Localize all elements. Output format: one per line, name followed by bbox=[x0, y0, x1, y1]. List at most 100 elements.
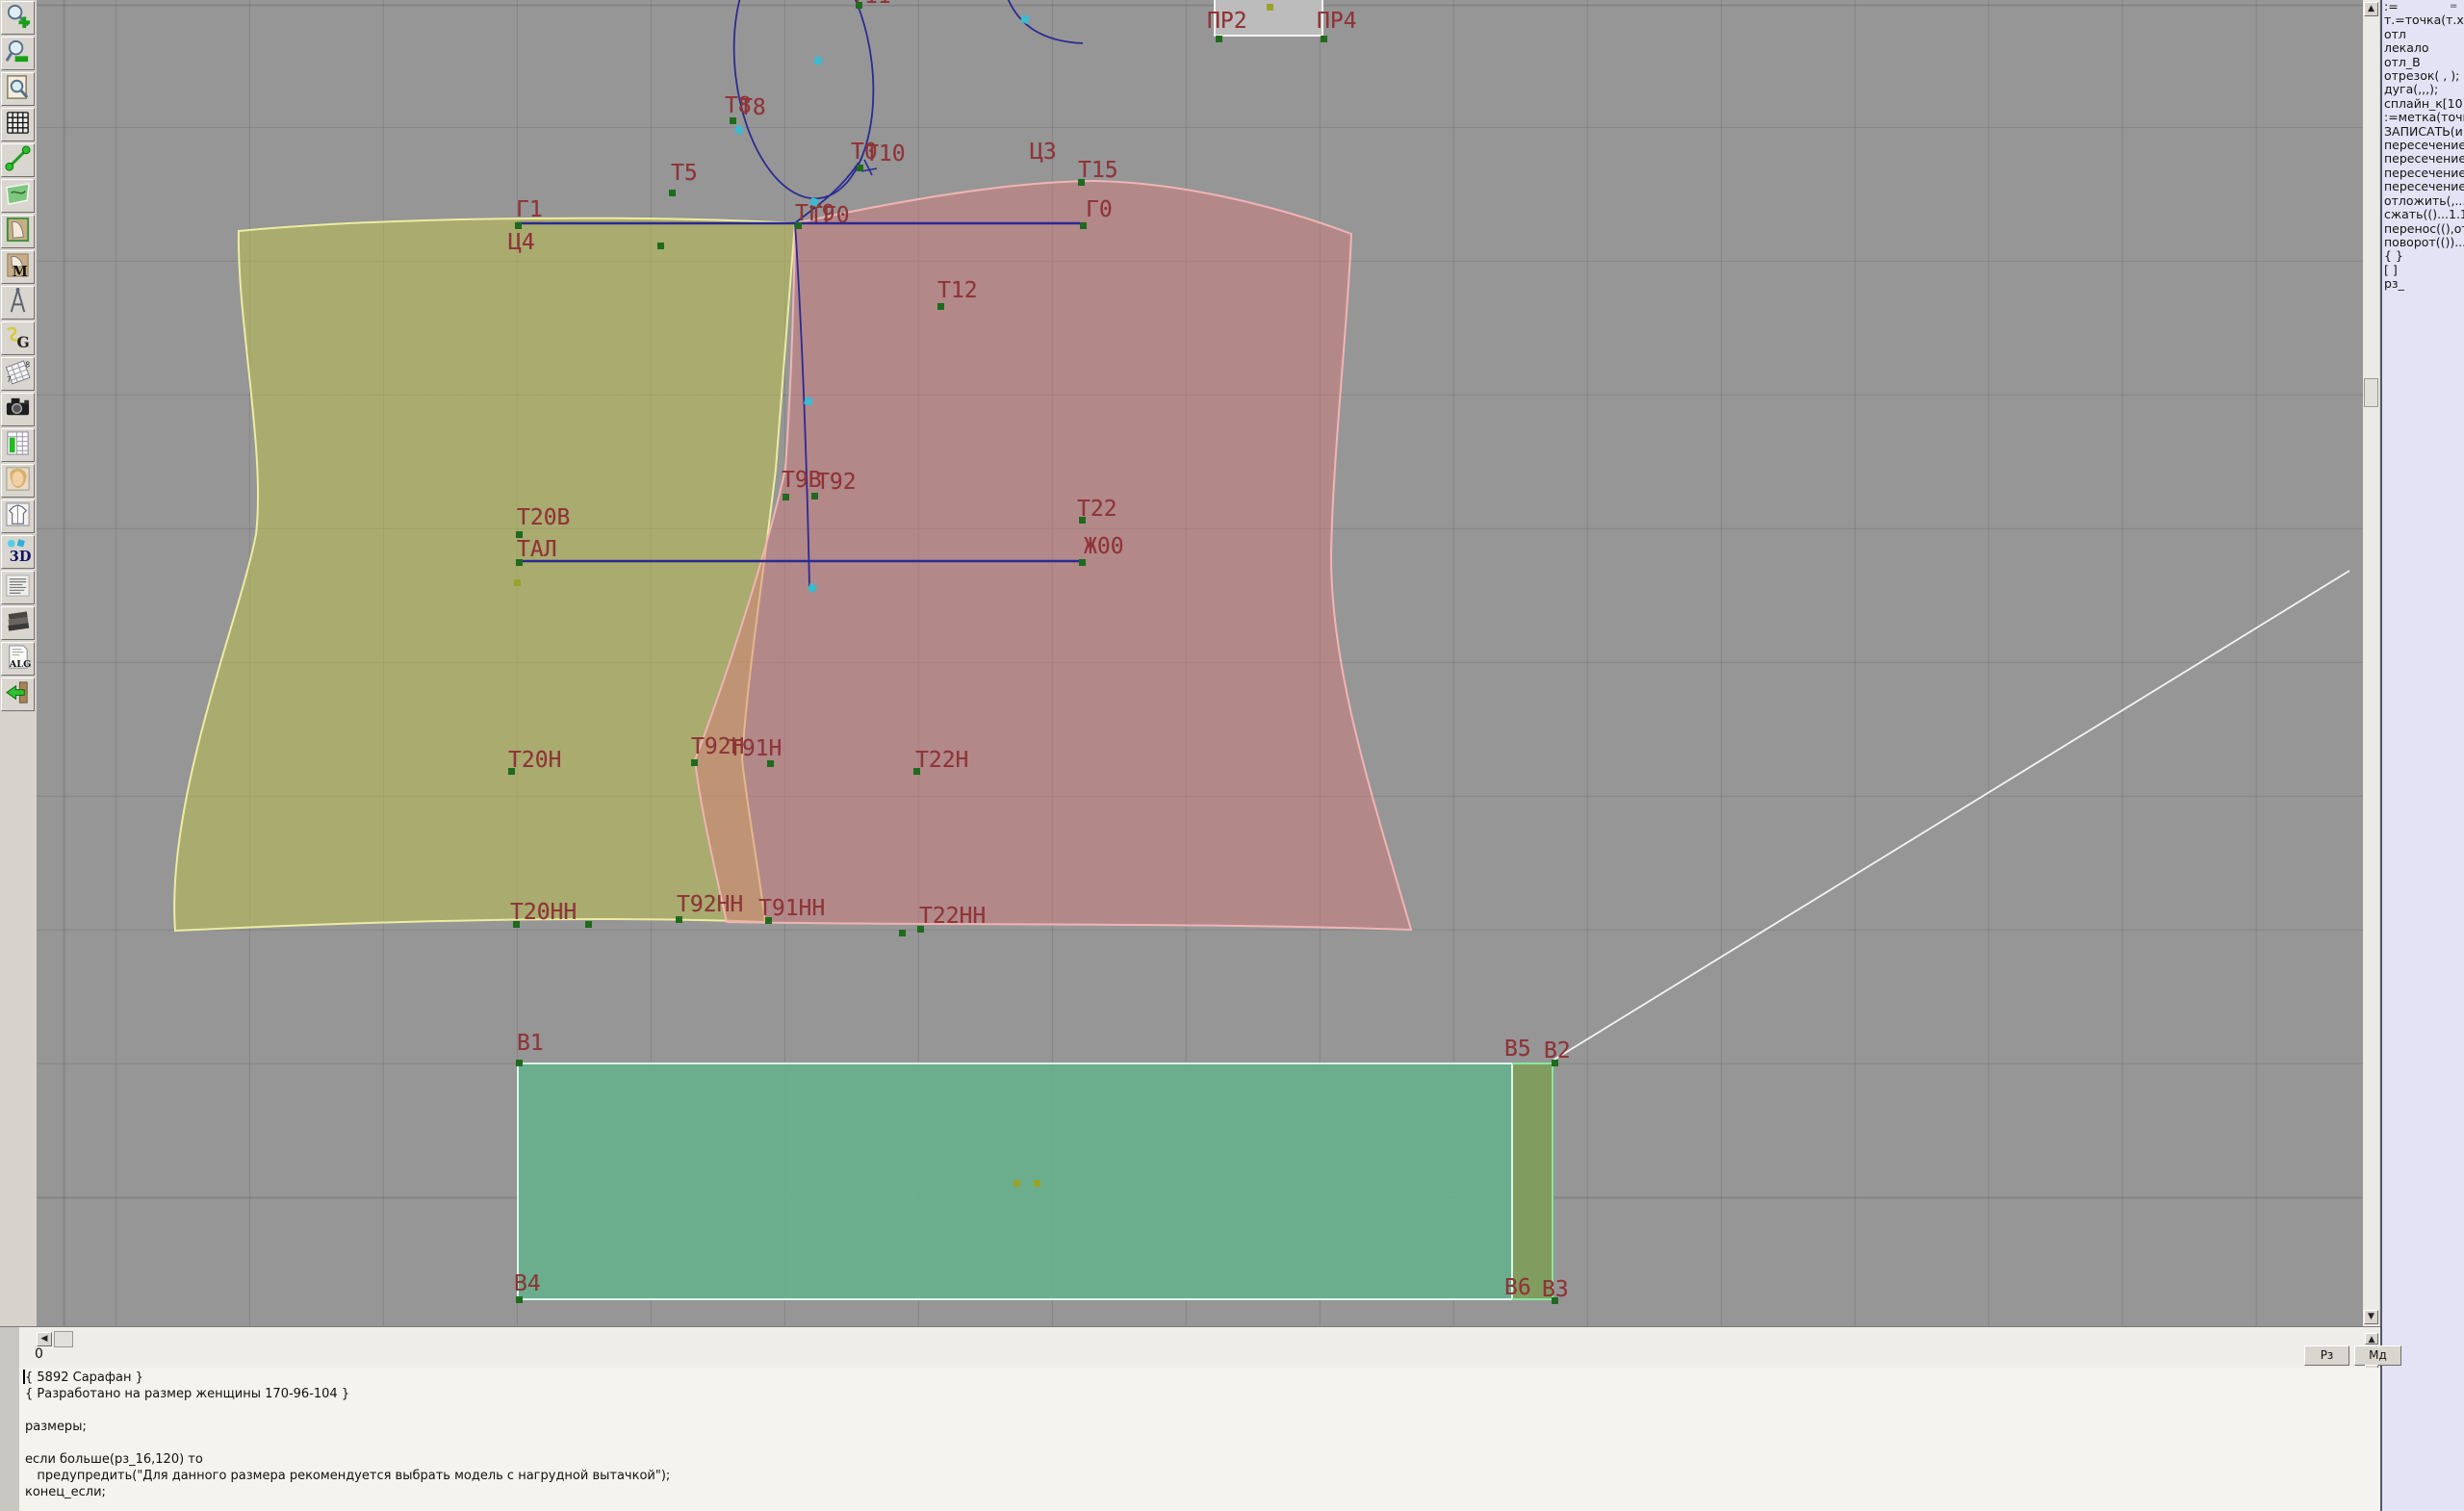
svg-text:G: G bbox=[17, 333, 30, 350]
point-marker bbox=[857, 165, 863, 171]
panel-command-item[interactable]: пересечение bbox=[2382, 139, 2464, 152]
zoom-out-icon bbox=[4, 38, 32, 69]
zoom-preview-button[interactable] bbox=[1, 72, 35, 106]
panel-command-item[interactable]: отрезок( , ); bbox=[2382, 69, 2464, 83]
map-sheet-button[interactable] bbox=[1, 179, 35, 213]
code-line: конец_если; bbox=[25, 1484, 106, 1500]
pattern-piece-button[interactable] bbox=[1, 215, 35, 248]
belt-overlap-strip bbox=[1512, 1063, 1553, 1299]
scroll-up-button[interactable]: ▲ bbox=[2364, 2, 2378, 16]
panel-command-item[interactable]: сплайн_к[10] bbox=[2382, 97, 2464, 111]
view-3d-button[interactable]: 3D bbox=[1, 535, 35, 569]
hscroll-thumb[interactable] bbox=[54, 1331, 73, 1347]
panel-command-item[interactable]: ЗАПИСАТЬ(и bbox=[2382, 125, 2464, 139]
panel-command-item[interactable]: перенос((),от bbox=[2382, 222, 2464, 236]
point-marker bbox=[795, 222, 802, 229]
panel-command-item[interactable]: пересечение bbox=[2382, 152, 2464, 166]
bottom-left-margin bbox=[0, 1327, 19, 1511]
md-button[interactable]: Мд bbox=[2354, 1345, 2401, 1366]
panel-command-item[interactable]: отл bbox=[2382, 28, 2464, 41]
panel-command-item[interactable]: отл_В bbox=[2382, 56, 2464, 69]
command-panel: = :=т.=точка(т.х,;отллекалоотл_Вотрезок(… bbox=[2380, 0, 2464, 1511]
grid-icon bbox=[4, 109, 32, 141]
point-marker bbox=[676, 916, 682, 923]
spreadsheet-button[interactable] bbox=[1, 428, 35, 462]
panel-command-item[interactable]: [ ] bbox=[2382, 264, 2464, 277]
zoom-in-icon bbox=[4, 2, 32, 34]
portrait-button[interactable] bbox=[1, 464, 35, 498]
mini-scroll-up-button[interactable]: ▲ bbox=[2365, 1333, 2378, 1345]
table-tilted-button[interactable]: 78 bbox=[1, 357, 35, 391]
pattern-piece-icon bbox=[4, 216, 32, 247]
panel-command-item[interactable]: дуга(,,,); bbox=[2382, 83, 2464, 96]
canvas-vertical-scrollbar[interactable]: ▲ ▼ bbox=[2363, 0, 2379, 1326]
cad-label: Ж00 bbox=[1084, 535, 1124, 558]
panel-command-item[interactable]: { } bbox=[2382, 249, 2464, 263]
scroll-left-button[interactable]: ◀ bbox=[37, 1332, 52, 1346]
cad-label: Т20В bbox=[517, 506, 570, 529]
camera-button[interactable] bbox=[1, 393, 35, 426]
point-marker bbox=[730, 117, 736, 124]
cad-label: Т10 bbox=[865, 142, 906, 166]
text-doc-button[interactable] bbox=[1, 571, 35, 604]
garment-button[interactable] bbox=[1, 499, 35, 533]
cad-label: Т5 bbox=[671, 162, 698, 185]
panel-command-item[interactable]: поворот(())..." bbox=[2382, 236, 2464, 249]
garment-icon bbox=[4, 500, 32, 532]
cad-label: ПР2 bbox=[1207, 10, 1247, 33]
svg-text:3D: 3D bbox=[10, 549, 32, 564]
view-3d-icon: 3D bbox=[4, 536, 32, 568]
cad-label: Т92 bbox=[816, 471, 857, 494]
code-line: { 5892 Сарафан } bbox=[25, 1370, 143, 1386]
compass-button[interactable] bbox=[1, 286, 35, 320]
grid-button[interactable] bbox=[1, 108, 35, 141]
point-marker bbox=[767, 760, 774, 767]
point-marker bbox=[508, 768, 515, 775]
zoom-out-button[interactable] bbox=[1, 37, 35, 70]
g-sketch-button[interactable]: G bbox=[1, 321, 35, 355]
cad-label: Ц4 bbox=[508, 231, 535, 254]
diagonal-guide-line bbox=[1553, 571, 2349, 1061]
pattern-piece-front[interactable] bbox=[695, 181, 1411, 930]
g-sketch-icon: G bbox=[4, 322, 32, 354]
point-marker bbox=[1552, 1060, 1558, 1066]
panel-grip-icon[interactable]: = bbox=[2450, 2, 2461, 12]
rz-button[interactable]: Рз bbox=[2304, 1345, 2349, 1366]
panel-command-item[interactable]: :=метка(точк bbox=[2382, 111, 2464, 124]
panel-command-item[interactable]: лекало bbox=[2382, 41, 2464, 55]
scroll-down-button[interactable]: ▼ bbox=[2364, 1310, 2378, 1324]
panel-command-item[interactable]: рз_ bbox=[2382, 277, 2464, 291]
panel-command-item[interactable]: отложить(,...); bbox=[2382, 194, 2464, 208]
alg-doc-button[interactable]: ALG bbox=[1, 642, 35, 676]
point-marker bbox=[783, 494, 789, 500]
svg-text:M: M bbox=[13, 264, 28, 279]
measure-line-button[interactable] bbox=[1, 143, 35, 177]
panel-command-item[interactable]: пересечение bbox=[2382, 180, 2464, 193]
code-line: размеры; bbox=[25, 1419, 87, 1435]
code-line: если больше(рз_16,120) то bbox=[25, 1451, 203, 1468]
code-editor[interactable]: { 5892 Сарафан }{ Разработано на размер … bbox=[19, 1368, 2380, 1511]
panel-command-item[interactable]: сжать(()...1.1 bbox=[2382, 208, 2464, 221]
point-marker bbox=[899, 930, 906, 936]
pattern-piece-back[interactable] bbox=[174, 218, 795, 931]
drawing-canvas[interactable]: ПР2ПР4Т11Т8Т8Т5Т0Т10Ц3Т15Г1Ц4ТГ9ТГ0Г0Т12… bbox=[37, 0, 2363, 1326]
olive-point-marker bbox=[514, 579, 521, 586]
zoom-in-button[interactable] bbox=[1, 1, 35, 35]
book-stack-button[interactable] bbox=[1, 606, 35, 640]
panel-command-item[interactable]: т.=точка(т.х,; bbox=[2382, 13, 2464, 27]
exit-button[interactable] bbox=[1, 678, 35, 711]
map-sheet-icon bbox=[4, 180, 32, 212]
panel-command-item[interactable]: пересечение bbox=[2382, 166, 2464, 180]
exit-icon bbox=[4, 679, 32, 710]
point-marker bbox=[669, 190, 676, 196]
cad-label: ТАЛ bbox=[517, 538, 557, 561]
portrait-icon bbox=[4, 465, 32, 497]
pattern-m-button[interactable]: M bbox=[1, 250, 35, 284]
olive-point-marker bbox=[1014, 1180, 1020, 1187]
point-marker bbox=[811, 493, 818, 499]
cad-label: Т91Н bbox=[729, 737, 782, 760]
cad-label: В5 bbox=[1504, 1037, 1531, 1061]
point-marker bbox=[937, 303, 944, 310]
compass-icon bbox=[4, 287, 32, 319]
scroll-thumb[interactable] bbox=[2364, 378, 2378, 407]
